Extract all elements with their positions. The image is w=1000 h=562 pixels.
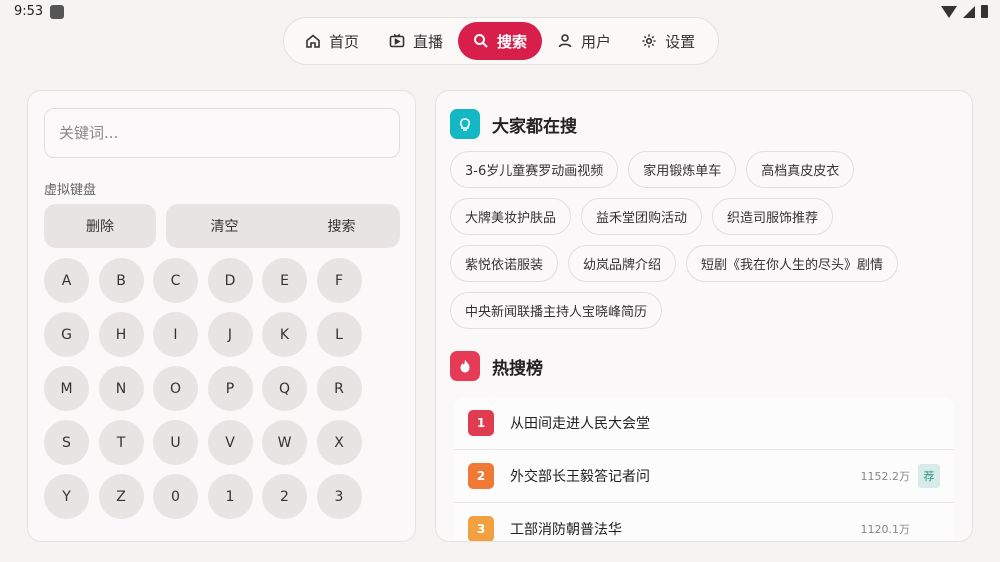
key-c[interactable]: C xyxy=(153,258,198,303)
trending-tag[interactable]: 短剧《我在你人生的尽头》剧情 xyxy=(686,245,899,282)
key-l[interactable]: L xyxy=(316,312,362,357)
key-o[interactable]: O xyxy=(153,366,198,411)
trending-tag[interactable]: 织造司服饰推荐 xyxy=(712,198,834,235)
rank-badge: 1 xyxy=(468,410,494,436)
status-time: 9:53 xyxy=(14,4,44,19)
keyboard-grid: ABCDEF GHIJKL MNOPQR STUVWX YZ0123 xyxy=(44,258,362,519)
key-z[interactable]: Z xyxy=(98,474,144,519)
hot-item-count: 1152.2万 xyxy=(860,470,911,483)
nav-settings-label: 设置 xyxy=(665,32,696,51)
key-3[interactable]: 3 xyxy=(316,474,362,519)
keyboard-panel: 关键词... 虚拟键盘 删除 清空 搜索 ABCDEF GHIJKL MNOPQR S… xyxy=(27,90,416,542)
search-input[interactable]: 关键词... xyxy=(44,108,400,158)
key-v[interactable]: V xyxy=(207,420,253,465)
key-x[interactable]: X xyxy=(316,420,362,465)
hot-title: 热搜榜 xyxy=(492,358,543,379)
key-t[interactable]: T xyxy=(98,420,144,465)
key-r[interactable]: R xyxy=(316,366,362,411)
hot-item-count: 1120.1万 xyxy=(860,523,911,536)
key-f[interactable]: F xyxy=(316,258,362,303)
hot-list-item[interactable]: 3 工部消防朝普法华 1120.1万 xyxy=(454,503,954,541)
wifi-icon xyxy=(941,5,957,18)
nav-home[interactable]: 首页 xyxy=(290,22,374,60)
trending-tag[interactable]: 3-6岁儿童赛罗动画视频 xyxy=(450,151,619,188)
key-k[interactable]: K xyxy=(262,312,307,357)
key-m[interactable]: M xyxy=(44,366,89,411)
key-d[interactable]: D xyxy=(207,258,253,303)
key-1[interactable]: 1 xyxy=(207,474,253,519)
hot-item-title: 工部消防朝普法华 xyxy=(510,522,622,538)
signal-icon xyxy=(963,5,975,18)
hot-list-item[interactable]: 2 外交部长王毅答记者问 1152.2万荐 xyxy=(454,450,954,503)
nav-live[interactable]: 直播 xyxy=(374,22,458,60)
hot-list-item[interactable]: 1 从田间走进人民大会堂 xyxy=(454,397,954,450)
nav-home-label: 首页 xyxy=(329,32,360,51)
keyboard-search-button[interactable]: 搜索 xyxy=(328,216,356,236)
flame-icon xyxy=(450,351,480,381)
trending-title: 大家都在搜 xyxy=(492,116,577,137)
user-icon xyxy=(557,33,573,49)
keyboard-actions: 删除 清空 搜索 xyxy=(44,204,400,248)
key-u[interactable]: U xyxy=(153,420,198,465)
key-b[interactable]: B xyxy=(98,258,144,303)
key-g[interactable]: G xyxy=(44,312,89,357)
hot-item-title: 从田间走进人民大会堂 xyxy=(510,416,650,432)
key-a[interactable]: A xyxy=(44,258,89,303)
rank-badge: 2 xyxy=(468,463,494,489)
discover-panel: 大家都在搜 3-6岁儿童赛罗动画视频 家用锻炼单车 高档真皮皮衣大牌美妆护肤品 益禾堂… xyxy=(435,90,973,542)
clear-search-group: 清空 搜索 xyxy=(166,204,400,248)
trending-tag[interactable]: 紫悦依诺服装 xyxy=(450,245,559,282)
recommend-badge: 荐 xyxy=(918,464,940,488)
trending-tag[interactable]: 大牌美妆护肤品 xyxy=(450,198,572,235)
battery-icon xyxy=(981,5,988,18)
key-q[interactable]: Q xyxy=(262,366,307,411)
rank-badge: 3 xyxy=(468,516,494,541)
key-i[interactable]: I xyxy=(153,312,198,357)
key-n[interactable]: N xyxy=(98,366,144,411)
nav-user-label: 用户 xyxy=(581,32,612,51)
nav-user[interactable]: 用户 xyxy=(542,22,626,60)
key-s[interactable]: S xyxy=(44,420,89,465)
notification-app-icon xyxy=(50,5,64,19)
hot-header: 热搜榜 xyxy=(450,351,543,381)
key-0[interactable]: 0 xyxy=(153,474,198,519)
nav-live-label: 直播 xyxy=(413,32,444,51)
trending-header: 大家都在搜 xyxy=(450,109,577,139)
key-h[interactable]: H xyxy=(98,312,144,357)
live-tv-icon xyxy=(389,33,405,49)
clear-button[interactable]: 清空 xyxy=(211,216,239,236)
delete-button[interactable]: 删除 xyxy=(44,204,156,248)
key-j[interactable]: J xyxy=(207,312,253,357)
status-icons xyxy=(941,5,988,18)
trending-tag[interactable]: 益禾堂团购活动 xyxy=(581,198,703,235)
gear-icon xyxy=(641,33,657,49)
key-y[interactable]: Y xyxy=(44,474,89,519)
key-2[interactable]: 2 xyxy=(262,474,307,519)
trending-tag[interactable]: 家用锻炼单车 xyxy=(628,151,737,188)
search-icon xyxy=(473,33,489,49)
trending-tag[interactable]: 高档真皮皮衣 xyxy=(746,151,855,188)
key-p[interactable]: P xyxy=(207,366,253,411)
nav-search[interactable]: 搜索 xyxy=(458,22,543,60)
trending-tag[interactable]: 中央新闻联播主持人宝晓峰简历 xyxy=(450,292,663,329)
trending-tag[interactable]: 幼岚品牌介绍 xyxy=(568,245,677,282)
trending-tags: 3-6岁儿童赛罗动画视频 家用锻炼单车 高档真皮皮衣大牌美妆护肤品 益禾堂团购活动 织造… xyxy=(450,151,950,329)
hot-list: 1 从田间走进人民大会堂 2 外交部长王毅答记者问 1152.2万荐 3 工部消防朝普法华 1… xyxy=(454,397,954,541)
hot-item-title: 外交部长王毅答记者问 xyxy=(510,469,650,485)
nav-settings[interactable]: 设置 xyxy=(626,22,710,60)
nav-search-label: 搜索 xyxy=(497,32,528,51)
keyboard-title: 虚拟键盘 xyxy=(44,183,97,198)
home-icon xyxy=(305,33,321,49)
lightbulb-icon xyxy=(450,109,480,139)
top-nav: 首页 直播 搜索 用户 设置 xyxy=(283,17,719,65)
key-e[interactable]: E xyxy=(262,258,307,303)
key-w[interactable]: W xyxy=(262,420,307,465)
